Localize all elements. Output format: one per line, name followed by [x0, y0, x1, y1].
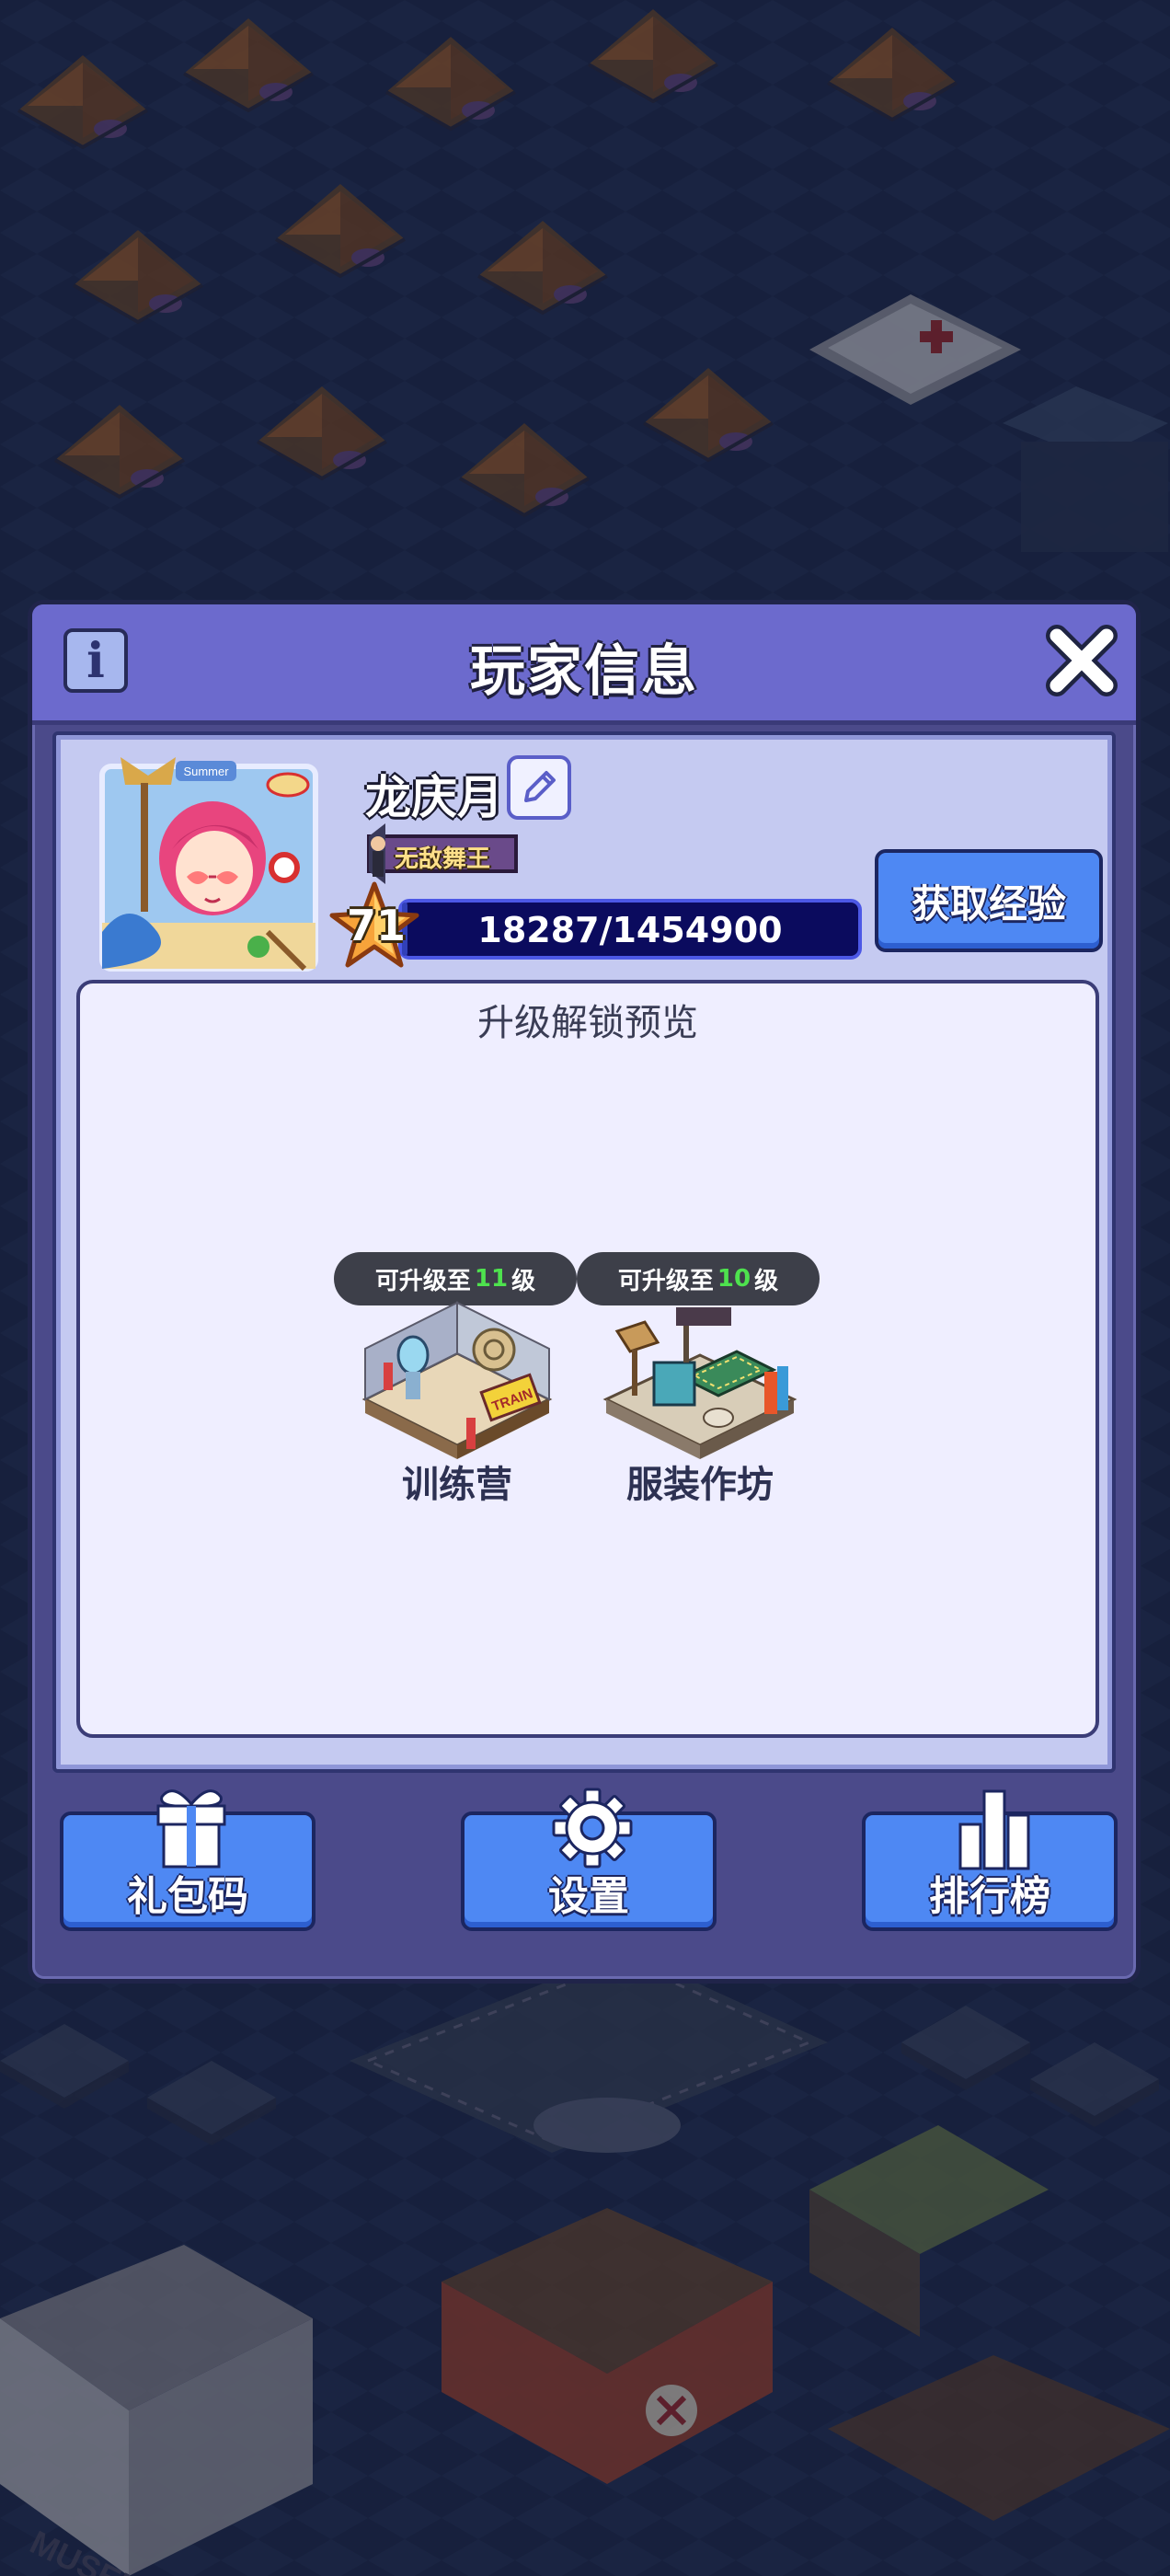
upgrade-unlock-preview: 升级解锁预览 可升级至 11 级 TRAIN 训练营 可升级至 10 级 服装作… — [76, 980, 1099, 1738]
close-icon — [1046, 625, 1118, 696]
edit-icon — [524, 771, 556, 802]
dialog-title-bar: i 玩家信息 — [32, 604, 1136, 725]
player-name: 龙庆月 — [365, 771, 503, 824]
leaderboard-icon — [958, 1789, 1030, 1870]
unlock-name: 服装作坊 — [626, 1464, 774, 1506]
unlock-item-training-camp[interactable]: 可升级至 11 级 TRAIN 训练营 — [334, 1252, 580, 1519]
player-title-badge: 无敌舞王 — [365, 823, 520, 884]
leaderboard-button[interactable]: 排行榜 — [862, 1789, 1118, 1931]
training-camp-image: TRAIN — [361, 1301, 553, 1459]
xp-progress-bar: 18287/1454900 — [398, 899, 862, 960]
gear-icon — [552, 1788, 633, 1869]
gift-icon — [156, 1789, 226, 1869]
player-info-panel: Summer 龙庆月 无敌舞王 18287/1454900 71 获取经验 升级… — [52, 731, 1116, 1773]
player-info-dialog: i 玩家信息 Summer 龙庆月 无敌舞王 18287/1454900 71 … — [28, 600, 1141, 1984]
player-level: 71 — [347, 901, 407, 950]
gift-code-label: 礼包码 — [127, 1873, 248, 1920]
leaderboard-label: 排行榜 — [929, 1873, 1050, 1920]
settings-button[interactable]: 设置 — [461, 1788, 717, 1931]
preview-title: 升级解锁预览 — [477, 1002, 698, 1044]
xp-text: 18287/1454900 — [477, 910, 783, 950]
unlock-item-clothing-workshop[interactable]: 可升级至 10 级 服装作坊 — [577, 1252, 823, 1519]
unlock-name: 训练营 — [402, 1464, 512, 1506]
edit-name-button[interactable] — [507, 755, 571, 820]
avatar[interactable]: Summer — [84, 748, 323, 978]
dialog-title: 玩家信息 — [470, 639, 698, 704]
get-xp-button[interactable]: 获取经验 — [875, 849, 1103, 952]
settings-label: 设置 — [548, 1873, 629, 1920]
close-button[interactable] — [1040, 619, 1123, 702]
avatar-sign: Summer — [183, 765, 229, 778]
gift-code-button[interactable]: 礼包码 — [60, 1789, 315, 1931]
clothing-workshop-image — [602, 1307, 797, 1459]
